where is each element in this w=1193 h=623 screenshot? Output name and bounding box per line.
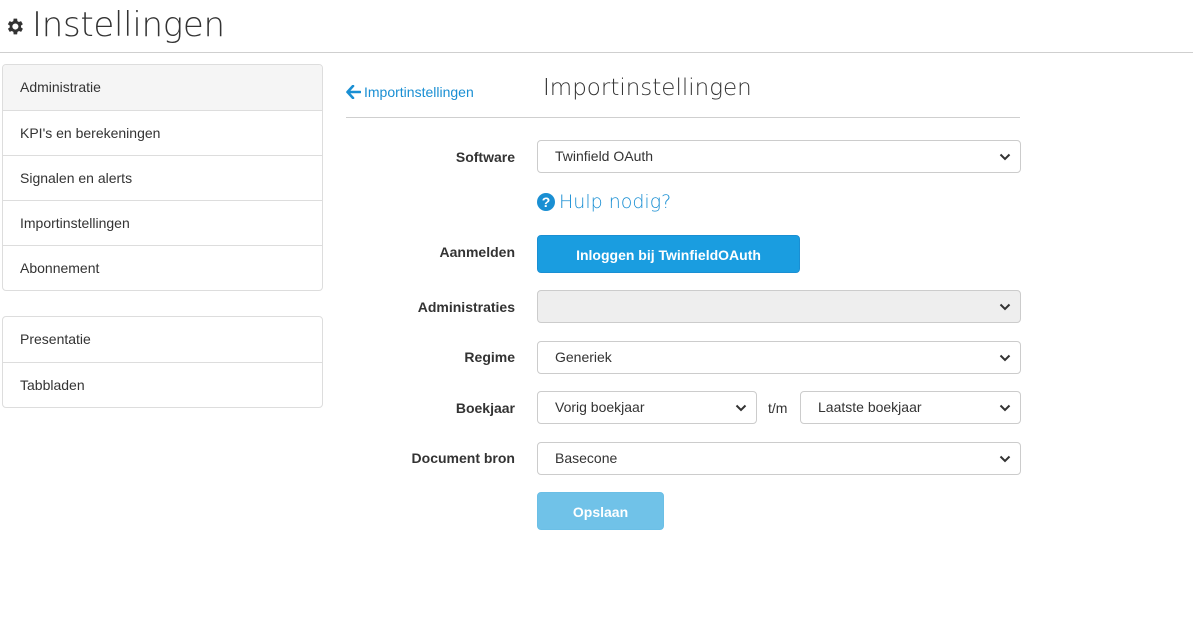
regime-select[interactable]: Generiek bbox=[537, 341, 1021, 374]
administraties-label: Administraties bbox=[417, 299, 515, 315]
sidebar-menu-display: Presentatie Tabbladen bbox=[2, 316, 323, 408]
software-label: Software bbox=[455, 149, 515, 165]
chevron-down-icon bbox=[999, 354, 1011, 362]
boekjaar-to-select[interactable]: Laatste boekjaar bbox=[800, 391, 1021, 424]
sidebar-item-administratie[interactable]: Administratie bbox=[3, 65, 322, 110]
software-select[interactable]: Twinfield OAuth bbox=[537, 140, 1021, 173]
page-title: Instellingen bbox=[32, 5, 225, 45]
sidebar-menu-settings: Administratie KPI's en berekeningen Sign… bbox=[2, 64, 323, 291]
sidebar-item-tabbladen[interactable]: Tabbladen bbox=[3, 362, 322, 407]
login-twinfield-button[interactable]: Inloggen bij TwinfieldOAuth bbox=[537, 235, 800, 273]
question-circle-icon: ? bbox=[537, 193, 555, 211]
software-select-value: Twinfield OAuth bbox=[555, 148, 654, 164]
save-button[interactable]: Opslaan bbox=[537, 492, 664, 530]
help-link-label: Hulp nodig? bbox=[559, 191, 672, 213]
boekjaar-to-value: Laatste boekjaar bbox=[818, 399, 922, 415]
boekjaar-from-select[interactable]: Vorig boekjaar bbox=[537, 391, 757, 424]
boekjaar-from-value: Vorig boekjaar bbox=[555, 399, 645, 415]
chevron-down-icon bbox=[999, 455, 1011, 463]
document-bron-select[interactable]: Basecone bbox=[537, 442, 1021, 475]
document-bron-label: Document bron bbox=[411, 450, 515, 466]
regime-select-value: Generiek bbox=[555, 349, 612, 365]
sidebar-item-signalen[interactable]: Signalen en alerts bbox=[3, 155, 322, 200]
aanmelden-label: Aanmelden bbox=[439, 244, 515, 260]
arrow-left-icon bbox=[346, 85, 361, 99]
sidebar-item-presentatie[interactable]: Presentatie bbox=[3, 317, 322, 362]
chevron-down-icon bbox=[999, 404, 1011, 412]
back-link[interactable]: Importinstellingen bbox=[346, 82, 474, 102]
back-link-label: Importinstellingen bbox=[364, 84, 474, 100]
administraties-select[interactable] bbox=[537, 290, 1021, 323]
sidebar-item-importinstellingen[interactable]: Importinstellingen bbox=[3, 200, 322, 245]
page-header: Instellingen bbox=[0, 0, 1193, 53]
boekjaar-range-separator: t/m bbox=[768, 400, 788, 416]
help-link[interactable]: ? Hulp nodig? bbox=[537, 190, 671, 214]
chevron-down-icon bbox=[999, 303, 1011, 311]
sidebar-item-abonnement[interactable]: Abonnement bbox=[3, 245, 322, 290]
chevron-down-icon bbox=[735, 404, 747, 412]
regime-label: Regime bbox=[464, 349, 515, 365]
chevron-down-icon bbox=[999, 153, 1011, 161]
document-bron-select-value: Basecone bbox=[555, 450, 618, 466]
section-divider bbox=[346, 117, 1020, 118]
section-title: Importinstellingen bbox=[543, 75, 752, 101]
gear-icon bbox=[7, 18, 23, 35]
sidebar-item-kpis[interactable]: KPI's en berekeningen bbox=[3, 110, 322, 155]
boekjaar-label: Boekjaar bbox=[455, 400, 515, 416]
